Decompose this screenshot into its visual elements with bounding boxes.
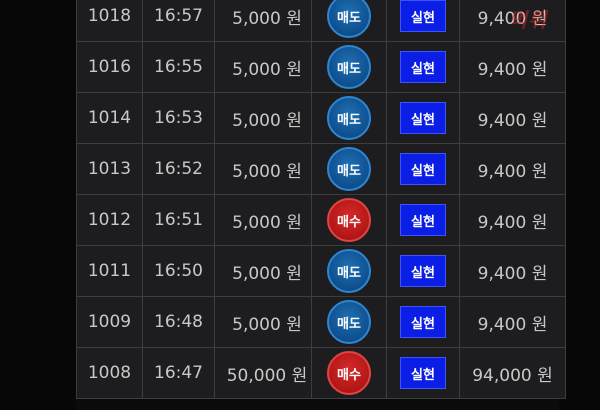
trade-amount-cell: 5,000 원 <box>214 143 312 195</box>
realize-button[interactable]: 실현 <box>400 204 446 236</box>
table-row: 1011 16:50 5,000 원 매도 실현 9,400 원 <box>76 245 566 297</box>
trade-result: 9,400 원 <box>459 0 566 42</box>
table-row: 1008 16:47 50,000 원 매수 실현 94,000 원 <box>76 347 566 399</box>
trade-id: 1018 <box>76 0 143 42</box>
realize-button[interactable]: 실현 <box>400 0 446 32</box>
realize-cell: 실현 <box>386 296 460 348</box>
trade-amount-cell: 5,000 원 <box>214 92 312 144</box>
trade-history-table-container: 1018 16:57 5,000 원 매도 실현 9,400 원 1016 16… <box>76 0 566 399</box>
trade-amount-cell: 5,000 원 <box>214 245 312 297</box>
trade-side-cell: 매도 <box>311 0 387 42</box>
table-row: 1018 16:57 5,000 원 매도 실현 9,400 원 <box>76 0 566 42</box>
trade-rows: 1018 16:57 5,000 원 매도 실현 9,400 원 1016 16… <box>76 0 566 399</box>
trade-time: 16:53 <box>142 92 215 144</box>
trade-side-badge[interactable]: 매도 <box>327 300 371 344</box>
realize-cell: 실현 <box>386 194 460 246</box>
realize-cell: 실현 <box>386 92 460 144</box>
realize-button[interactable]: 실현 <box>400 357 446 389</box>
trade-id: 1013 <box>76 143 143 195</box>
trade-id: 1011 <box>76 245 143 297</box>
trade-side-badge[interactable]: 매도 <box>327 96 371 140</box>
realize-cell: 실현 <box>386 245 460 297</box>
trade-side-badge[interactable]: 매도 <box>327 45 371 89</box>
realize-cell: 실현 <box>386 41 460 93</box>
realize-button[interactable]: 실현 <box>400 102 446 134</box>
realize-button[interactable]: 실현 <box>400 255 446 287</box>
trade-side-cell: 매도 <box>311 41 387 93</box>
trade-time: 16:51 <box>142 194 215 246</box>
trade-amount: 5,000 원 <box>232 263 302 284</box>
trade-id: 1008 <box>76 347 143 399</box>
trade-amount: 5,000 원 <box>232 110 302 131</box>
trade-side-cell: 매도 <box>311 92 387 144</box>
realize-button[interactable]: 실현 <box>400 153 446 185</box>
trade-id: 1009 <box>76 296 143 348</box>
trade-side-badge[interactable]: 매수 <box>327 198 371 242</box>
table-row: 1012 16:51 5,000 원 매수 실현 9,400 원 <box>76 194 566 246</box>
table-row: 1013 16:52 5,000 원 매도 실현 9,400 원 <box>76 143 566 195</box>
trade-amount-cell: 5,000 원 <box>214 194 312 246</box>
trade-time: 16:52 <box>142 143 215 195</box>
trade-history-table: 1018 16:57 5,000 원 매도 실현 9,400 원 1016 16… <box>76 0 566 399</box>
trade-amount: 50,000 원 <box>226 365 308 386</box>
trade-side-cell: 매도 <box>311 143 387 195</box>
trade-result: 9,400 원 <box>459 296 566 348</box>
trade-amount: 5,000 원 <box>232 8 302 29</box>
trade-result: 9,400 원 <box>459 92 566 144</box>
trade-amount: 5,000 원 <box>232 161 302 182</box>
table-row: 1014 16:53 5,000 원 매도 실현 9,400 원 <box>76 92 566 144</box>
trade-side-cell: 매도 <box>311 245 387 297</box>
trade-time: 16:57 <box>142 0 215 42</box>
trade-result: 9,400 원 <box>459 194 566 246</box>
trade-amount: 5,000 원 <box>232 314 302 335</box>
trade-result: 9,400 원 <box>459 143 566 195</box>
realize-button[interactable]: 실현 <box>400 306 446 338</box>
realize-cell: 실현 <box>386 347 460 399</box>
realize-cell: 실현 <box>386 0 460 42</box>
trade-amount-cell: 5,000 원 <box>214 296 312 348</box>
trade-result: 9,400 원 <box>459 41 566 93</box>
realize-button[interactable]: 실현 <box>400 51 446 83</box>
trade-result: 9,400 원 <box>459 245 566 297</box>
trade-side-badge[interactable]: 매도 <box>327 147 371 191</box>
trade-amount: 5,000 원 <box>232 59 302 80</box>
trade-side-badge[interactable]: 매도 <box>327 0 371 38</box>
trade-result: 94,000 원 <box>459 347 566 399</box>
trade-time: 16:50 <box>142 245 215 297</box>
trade-id: 1016 <box>76 41 143 93</box>
table-row: 1016 16:55 5,000 원 매도 실현 9,400 원 <box>76 41 566 93</box>
trade-id: 1014 <box>76 92 143 144</box>
trade-side-cell: 매수 <box>311 194 387 246</box>
table-row: 1009 16:48 5,000 원 매도 실현 9,400 원 <box>76 296 566 348</box>
trade-time: 16:48 <box>142 296 215 348</box>
trade-amount: 5,000 원 <box>232 212 302 233</box>
trade-side-badge[interactable]: 매도 <box>327 249 371 293</box>
trade-side-cell: 매도 <box>311 296 387 348</box>
trade-side-cell: 매수 <box>311 347 387 399</box>
left-margin <box>0 0 76 410</box>
trade-amount-cell: 5,000 원 <box>214 41 312 93</box>
trade-amount-cell: 50,000 원 <box>214 347 312 399</box>
trade-id: 1012 <box>76 194 143 246</box>
trade-amount-cell: 5,000 원 <box>214 0 312 42</box>
realize-cell: 실현 <box>386 143 460 195</box>
trade-time: 16:55 <box>142 41 215 93</box>
trade-side-badge[interactable]: 매수 <box>327 351 371 395</box>
trade-time: 16:47 <box>142 347 215 399</box>
